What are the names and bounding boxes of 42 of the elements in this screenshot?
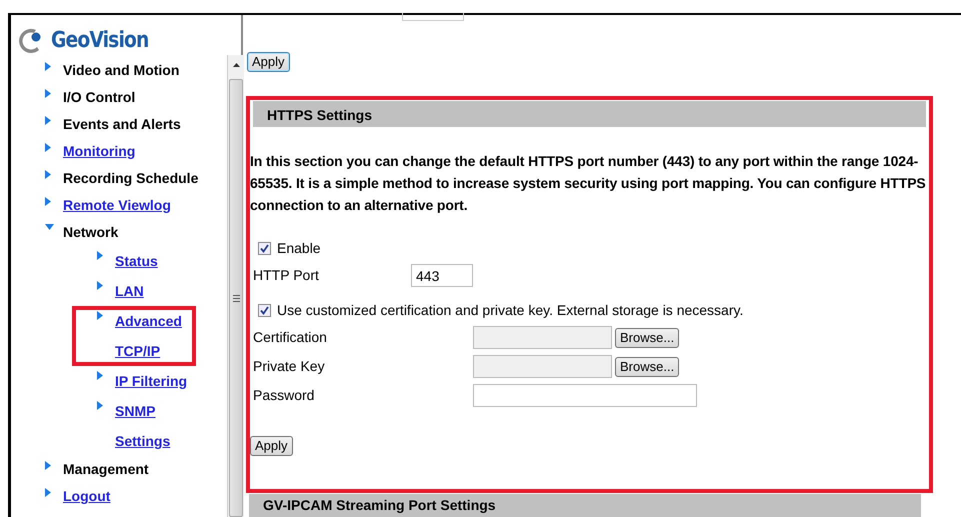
field-label: Certification [252,328,328,347]
section-header: HTTPS Settings [253,101,926,127]
scroll-up-icon[interactable] [232,63,240,67]
nav-link-item[interactable]: Monitoring [63,138,136,165]
nav-item-label[interactable]: Events and Alerts [63,111,181,138]
password-field[interactable] [473,384,697,407]
logo-text: GeoVision [51,26,148,54]
nav-item-label[interactable]: Management [63,456,149,483]
browse-button[interactable]: Browse... [615,328,680,348]
checkbox-label: Enable [277,239,321,258]
checkbox-label: Use customized certification and private key. External storage is necessary. [277,301,744,320]
nav-link-item[interactable]: Advanced TCP/IP [115,306,197,366]
apply-button[interactable]: Apply [250,436,293,456]
scrollbar-thumb[interactable] [229,79,243,517]
nav-link-item[interactable]: Logout [63,483,110,510]
caret-right-icon [97,401,103,410]
nav-item-label[interactable]: Network [63,219,118,246]
caret-right-icon [97,251,103,260]
port-field[interactable]: 443 [411,264,473,287]
nav-item-label[interactable]: Video and Motion [63,57,180,84]
nav-link-item[interactable]: Status [115,246,158,276]
checkbox[interactable] [258,304,271,317]
field-label: Password [252,386,316,405]
nav-item-label[interactable]: I/O Control [63,84,136,111]
grip-icon [232,294,240,302]
input-field[interactable] [402,13,464,21]
apply-button[interactable]: Apply [247,52,290,72]
scrollbar[interactable] [227,55,244,517]
browse-button[interactable]: Browse... [615,356,680,376]
caret-right-icon [97,311,103,320]
field-label: HTTP Port [252,266,320,285]
nav-link-item[interactable]: Remote Viewlog [63,192,171,219]
field-label: Private Key [252,357,326,376]
section-header: GV-IPCAM Streaming Port Settings [249,494,921,517]
nav-item-label[interactable]: Recording Schedule [63,165,198,192]
section-description: In this section you can change the default HTTPS port number (443) to any port within the range 1024-65535. It is a simple method to increase system security using port mapping. You can configure HTTPS connection to an alternative port. [250,152,927,215]
nav-link-item[interactable]: IP Filtering [115,366,188,396]
caret-right-icon [97,371,103,380]
nav-link-item[interactable]: SNMP Settings [115,396,197,456]
nav-link-item[interactable]: LAN [115,276,144,306]
caret-right-icon [97,281,103,290]
checkbox[interactable] [258,242,271,255]
